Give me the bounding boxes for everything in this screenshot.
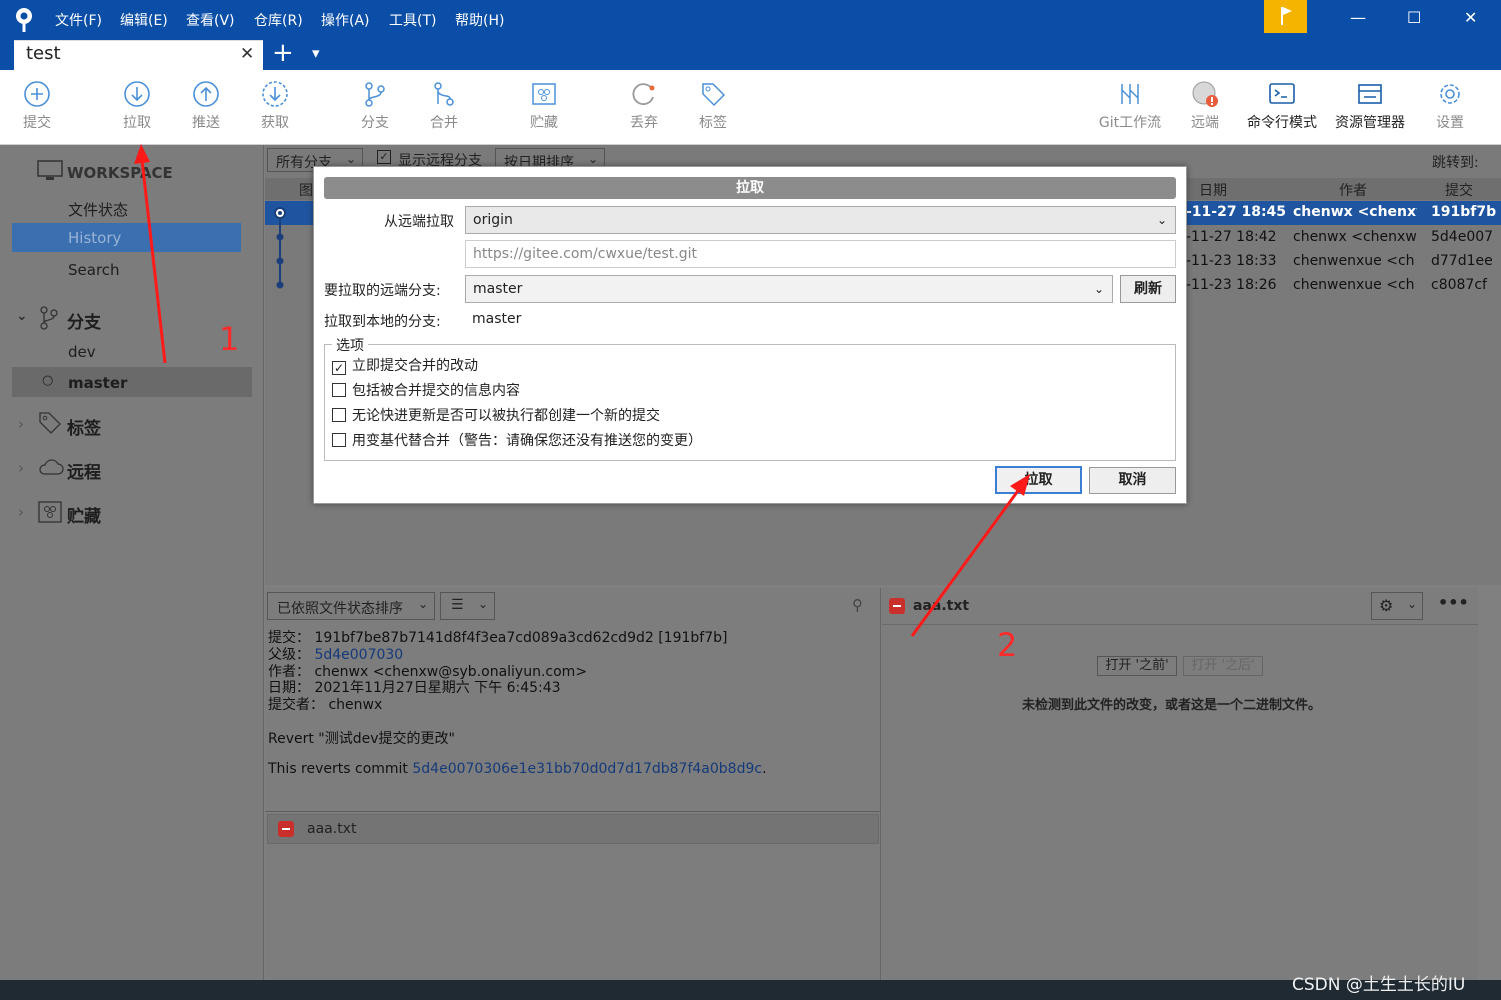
annotation-arrows xyxy=(134,144,1030,637)
annotation-number-1: 1 xyxy=(219,320,240,358)
annotation-number-2: 2 xyxy=(997,626,1018,664)
